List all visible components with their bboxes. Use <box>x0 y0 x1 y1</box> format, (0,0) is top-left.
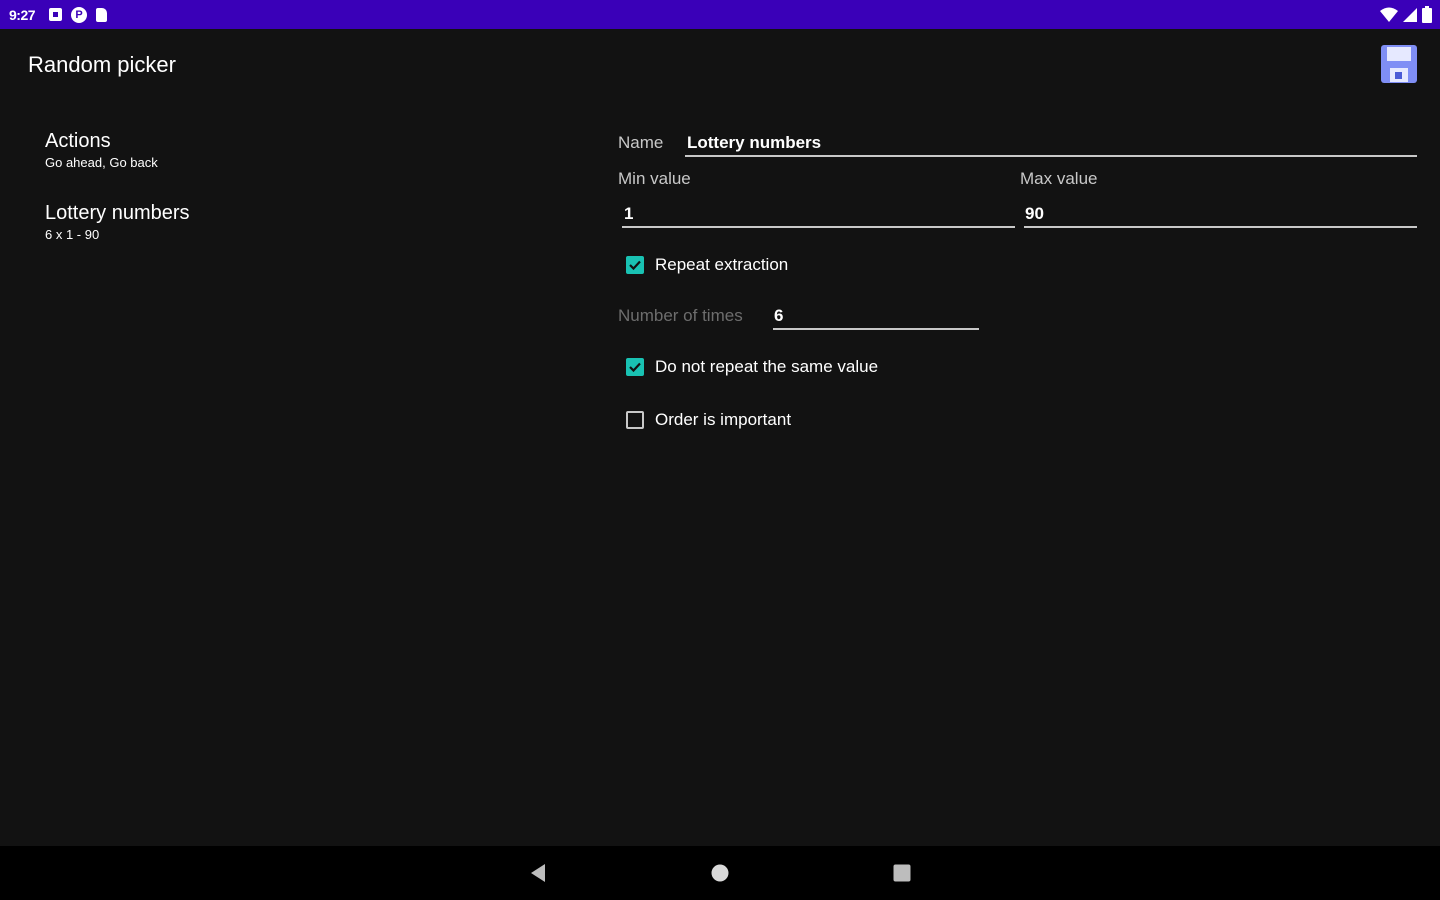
navigation-bar <box>0 846 1440 900</box>
status-bar: 9:27 <box>0 0 1440 29</box>
list-item-title: Lottery numbers <box>45 202 190 224</box>
max-value-underline <box>1024 226 1417 228</box>
max-value-label: Max value <box>1020 169 1098 188</box>
name-label: Name <box>618 133 664 152</box>
app-title: Random picker <box>28 52 176 77</box>
app-p-icon <box>71 6 88 23</box>
recents-button[interactable] <box>872 846 932 900</box>
name-input[interactable]: Lottery numbers <box>687 133 821 153</box>
save-button[interactable] <box>1380 44 1418 84</box>
min-value-underline <box>622 226 1015 228</box>
check-icon <box>629 362 641 373</box>
order-is-important-checkbox[interactable]: Order is important <box>626 410 791 430</box>
order-is-important-label: Order is important <box>655 410 792 429</box>
list-item-lottery-numbers[interactable]: Lottery numbers 6 x 1 - 90 <box>45 202 190 242</box>
home-icon <box>711 864 729 882</box>
list-item-subtitle: Go ahead, Go back <box>45 155 158 170</box>
status-icons-left <box>49 6 108 23</box>
checkbox-unchecked[interactable] <box>626 411 644 429</box>
repeat-extraction-label: Repeat extraction <box>655 255 789 274</box>
number-of-times-input[interactable]: 6 <box>774 306 783 326</box>
signal-icon <box>1403 7 1417 22</box>
back-button[interactable] <box>508 846 568 900</box>
min-value-label: Min value <box>618 169 691 188</box>
name-input-underline <box>685 155 1417 157</box>
battery-icon <box>1422 6 1432 23</box>
list-item-title: Actions <box>45 130 111 152</box>
number-of-times-underline <box>773 328 979 330</box>
min-value-input[interactable]: 1 <box>624 204 633 224</box>
floppy-disk-icon <box>1381 45 1417 83</box>
notification-icon <box>49 8 63 21</box>
check-icon <box>629 260 641 271</box>
list-item-subtitle: 6 x 1 - 90 <box>45 227 100 242</box>
home-button[interactable] <box>690 846 750 900</box>
repeat-extraction-checkbox[interactable]: Repeat extraction <box>626 255 788 275</box>
status-time: 9:27 <box>9 6 36 23</box>
back-icon <box>531 864 545 882</box>
sd-card-icon <box>96 7 108 22</box>
number-of-times-label: Number of times <box>618 306 743 325</box>
max-value-input[interactable]: 90 <box>1025 204 1044 224</box>
no-repeat-same-value-label: Do not repeat the same value <box>655 357 879 376</box>
list-item-actions[interactable]: Actions Go ahead, Go back <box>45 130 158 170</box>
status-icons-right <box>1380 6 1432 23</box>
recents-icon <box>893 864 911 882</box>
no-repeat-same-value-checkbox[interactable]: Do not repeat the same value <box>626 357 878 377</box>
checkbox-checked[interactable] <box>626 256 644 274</box>
wifi-icon <box>1380 7 1398 22</box>
checkbox-checked[interactable] <box>626 358 644 376</box>
